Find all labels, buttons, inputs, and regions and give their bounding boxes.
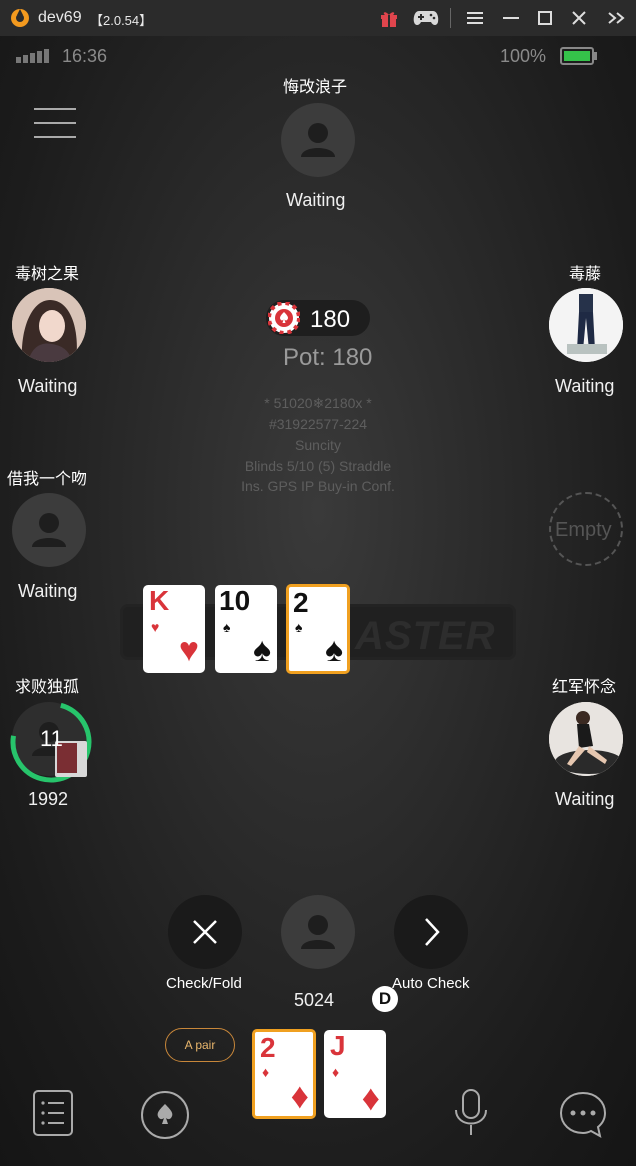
player-stack-left-lower: 1992 [28,789,69,809]
diamond-icon: ♦ [361,1077,380,1118]
card-rank: 10 [219,585,251,616]
battery-icon [560,47,597,65]
card-rank: K [149,585,170,616]
minimize-icon[interactable] [498,6,524,30]
diamond-icon: ♦ [262,1064,270,1080]
microphone-icon[interactable] [446,1088,496,1138]
gift-icon[interactable] [376,6,402,30]
avatar-left-upper[interactable] [12,288,86,362]
player-status-left-middle: Waiting [18,581,78,601]
heart-icon: ♥ [151,619,160,635]
diamond-icon: ♦ [290,1075,309,1116]
hamburger-menu-icon[interactable] [34,106,76,140]
table-info-line2: #31922577-224 [268,416,368,432]
turn-timer-seconds: 11 [40,726,63,751]
avatar-right-lower[interactable] [549,702,623,776]
empty-seat-label: Empty [555,519,612,541]
table-info-line1: * 51020❄2180x * [264,395,372,411]
board-card-1: K ♥ ♥ [143,585,205,673]
expand-sidebar-icon[interactable] [604,6,630,30]
spade-icon: ♠ [252,631,271,669]
card-rank: J [330,1030,346,1061]
board-card-3: 2 ♠ ♠ [286,584,350,674]
table-logo-text: ASTER [355,614,496,658]
player-status-left-upper: Waiting [18,376,78,396]
separator [448,6,452,30]
spade-icon: ♠ [223,619,231,635]
clock: 16:36 [62,46,108,66]
player-name-left-middle: 借我一个吻 [7,471,88,488]
card-rank: 2 [293,587,309,618]
spade-icon: ♠ [295,619,303,635]
x-icon [193,920,217,944]
auto-check-label: Auto Check [392,975,470,992]
player-status-top: Waiting [286,190,346,210]
card-rank: 2 [260,1032,276,1063]
app-logo-icon [11,9,29,27]
battery-percent: 100% [500,46,547,66]
check-fold-label: Check/Fold [166,975,242,992]
hand-strength-badge: A pair [165,1028,235,1062]
poker-chip-icon [268,302,300,334]
diamond-icon: ♦ [332,1064,340,1080]
poker-table: 16:36 100% 悔改浪子 Waiting 毒树之果 Waiting 毒藤 [0,36,636,1166]
avatar-self[interactable] [281,895,355,969]
heart-icon: ♥ [178,631,199,669]
player-status-right-lower: Waiting [555,789,615,809]
avatar-right-upper[interactable] [549,288,623,362]
spade-menu-icon[interactable] [140,1090,190,1140]
emulator-title-bar: dev69 【2.0.54】 [0,0,636,36]
hole-card-2: J ♦ ♦ [324,1030,386,1118]
table-info-line3: Suncity [295,437,341,453]
default-avatar-icon [301,123,335,157]
avatar-left-middle[interactable] [12,493,86,567]
default-avatar-icon [301,915,335,949]
player-name-right-lower: 红军怀念 [552,679,617,696]
player-name-left-lower: 求败独孤 [15,679,80,696]
gamepad-icon[interactable] [410,6,442,30]
hand-history-icon[interactable] [28,1088,78,1138]
pot-chip-amount: 180 [310,306,351,333]
window-title: dev69 [38,9,82,26]
board-card-2: 10 ♠ ♠ [215,585,277,673]
hole-card-1: 2 ♦ ♦ [252,1029,316,1119]
default-avatar-icon [32,513,66,547]
avatar-top[interactable] [281,103,355,177]
table-info-line5: Ins. GPS IP Buy-in Conf. [241,478,395,494]
player-stack-self: 5024 [294,990,335,1010]
player-name-top: 悔改浪子 [283,79,348,96]
auto-check-button[interactable] [394,895,468,969]
maximize-icon[interactable] [532,6,558,30]
signal-icon [16,49,49,63]
photo-avatar-icon [12,288,86,362]
photo-avatar-icon [549,288,623,362]
player-name-right-upper: 毒藤 [569,266,602,283]
player-status-right-upper: Waiting [555,376,615,396]
player-name-left-upper: 毒树之果 [15,266,80,283]
chat-icon[interactable] [558,1090,608,1140]
menu-icon[interactable] [462,6,488,30]
photo-avatar-icon [549,702,623,776]
chevron-right-icon [425,918,440,946]
window-version: 【2.0.54】 [90,13,153,28]
check-fold-button[interactable] [168,895,242,969]
pot-total: Pot: 180 [283,344,373,371]
close-icon[interactable] [566,6,592,30]
table-info-line4: Blinds 5/10 (5) Straddle [244,458,392,474]
spade-icon: ♠ [324,631,343,669]
